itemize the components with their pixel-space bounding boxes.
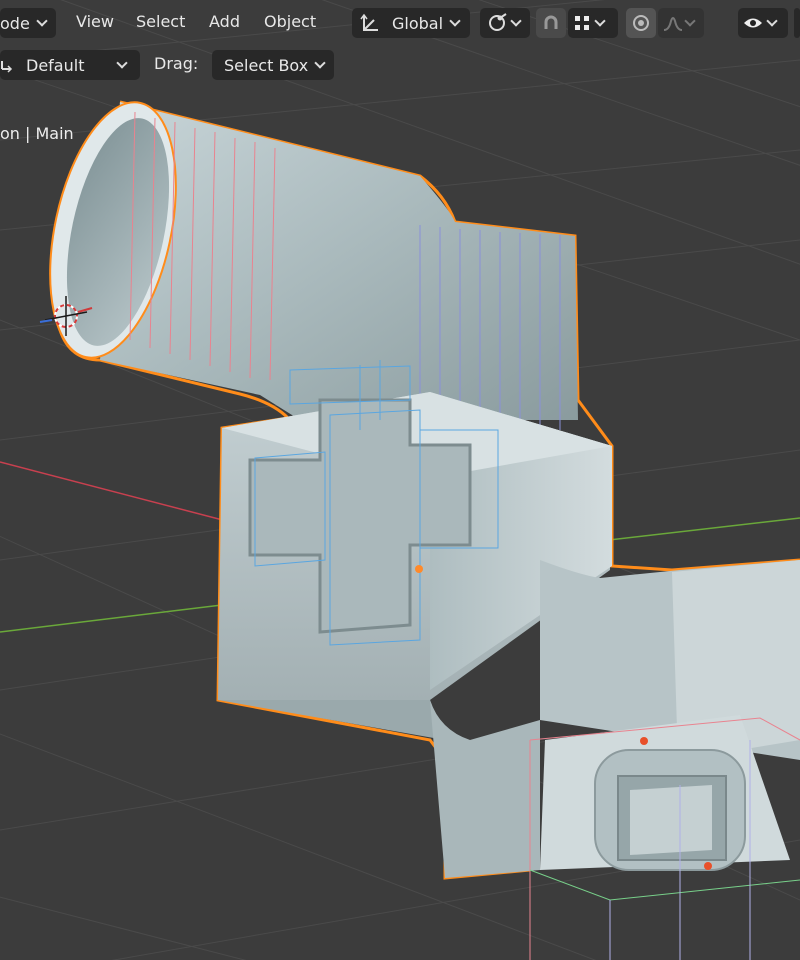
snap-toggle-button[interactable]	[536, 8, 566, 38]
drag-mode-value: Select Box	[224, 55, 309, 75]
snap-link-icon	[486, 12, 508, 34]
chevron-down-icon	[449, 15, 461, 27]
proportional-edit-icon	[631, 13, 651, 33]
drag-label: Drag:	[154, 54, 199, 73]
chevron-down-icon	[594, 15, 606, 27]
drag-mode-dropdown[interactable]: Select Box	[212, 50, 334, 80]
chevron-down-icon	[684, 15, 696, 27]
orientation-dropdown[interactable]: Default	[0, 50, 140, 80]
proportional-edit-button[interactable]	[626, 8, 656, 38]
viewport-header: ode View Select Add Object Global	[0, 0, 800, 46]
visibility-eye-icon	[742, 13, 764, 33]
mode-dropdown[interactable]: ode	[0, 8, 56, 38]
origin-dot-2	[640, 737, 648, 745]
menu-view[interactable]: View	[76, 12, 114, 31]
snap-magnet-icon	[541, 13, 561, 33]
menu-object[interactable]: Object	[264, 12, 316, 31]
origin-dot-3	[704, 862, 712, 870]
orientation-axis-icon	[0, 55, 16, 75]
transform-orientation-dropdown[interactable]: Global	[352, 8, 470, 38]
viewport-scene	[0, 0, 800, 960]
grid-snap-icon	[572, 13, 592, 33]
viewport-info-text: on | Main	[0, 124, 74, 143]
transform-gizmo-icon	[360, 12, 382, 34]
origin-dot-1	[415, 565, 423, 573]
mode-label: ode	[0, 13, 30, 33]
overlay-dropdown[interactable]	[794, 8, 800, 38]
chevron-down-icon	[766, 15, 778, 27]
orientation-value: Default	[26, 55, 85, 75]
chevron-down-icon	[36, 15, 48, 27]
transform-orientation-value: Global	[392, 13, 444, 33]
tool-settings-bar: Default Drag: Select Box	[0, 46, 800, 84]
falloff-dropdown[interactable]	[658, 8, 704, 38]
pivot-dropdown[interactable]	[480, 8, 530, 38]
falloff-curve-icon	[662, 13, 684, 33]
chevron-down-icon	[116, 57, 129, 69]
chevron-down-icon	[510, 15, 522, 27]
chevron-down-icon	[314, 57, 326, 69]
snap-target-dropdown[interactable]	[568, 8, 618, 38]
y-axis-line	[0, 603, 231, 633]
visibility-dropdown[interactable]	[738, 8, 788, 38]
tube-left	[49, 101, 578, 420]
menu-select[interactable]: Select	[136, 12, 185, 31]
3d-viewport[interactable]: on | Main	[0, 0, 800, 960]
menu-add[interactable]: Add	[209, 12, 240, 31]
